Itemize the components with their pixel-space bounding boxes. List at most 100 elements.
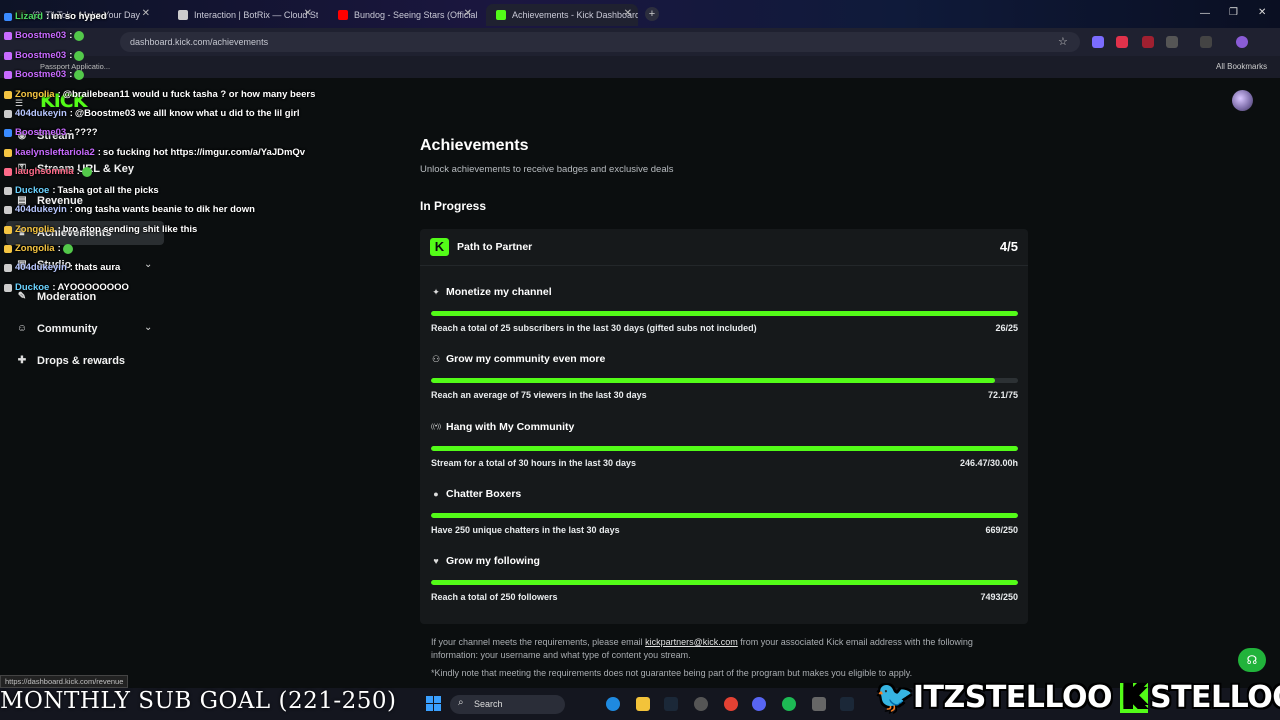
chat-message: Boostme03: [4, 30, 85, 41]
footer-info: If your channel meets the requirements, … [431, 636, 1021, 662]
taskbar-search[interactable]: Search [450, 695, 565, 714]
maximize-button[interactable]: ❐ [1229, 7, 1238, 18]
bookmark-star-icon[interactable]: ☆ [1058, 35, 1068, 48]
emote-icon [74, 50, 85, 61]
chat-message: Boostme03: [4, 69, 85, 80]
achievement-progress: 669/250 [985, 524, 1018, 535]
steam-icon[interactable] [664, 697, 678, 711]
chat-separator: : [52, 282, 56, 293]
gift-icon: ✚ [17, 355, 27, 366]
url-field[interactable]: dashboard.kick.com/achievements [120, 32, 1080, 52]
chat-separator: : [45, 11, 50, 22]
chat-message: kaelynsleftariola2: so fucking hot https… [4, 147, 305, 158]
profile-avatar[interactable] [1236, 36, 1248, 48]
footer-note: *Kindly note that meeting the requiremen… [431, 668, 913, 678]
chat-separator: : [69, 50, 73, 61]
chat-separator: : [52, 185, 56, 196]
discord-icon[interactable] [752, 697, 766, 711]
new-tab-button[interactable]: + [645, 7, 659, 21]
sidepanel-icon[interactable] [1200, 36, 1212, 48]
tab-botrix[interactable]: Interaction | BotRix — Cloud Stream✕ [168, 4, 318, 26]
chat-text: bro stop sending shit like this [62, 224, 198, 235]
sidebar-item-label: Drops & rewards [37, 355, 126, 367]
chat-text: ???? [74, 127, 98, 138]
tab-kick-achievements[interactable]: Achievements - Kick Dashboard ✕ [486, 4, 638, 26]
emote-icon [74, 69, 85, 80]
chat-separator: : [69, 127, 73, 138]
app-icon[interactable] [694, 697, 708, 711]
support-chat-button[interactable]: ☊ [1238, 648, 1266, 672]
extension-icon[interactable] [1092, 36, 1104, 48]
kick-k-icon: K [430, 238, 449, 256]
user-avatar[interactable] [1232, 90, 1253, 111]
chrome-icon[interactable] [724, 697, 738, 711]
card-divider [420, 265, 1028, 266]
chat-separator: : [69, 204, 73, 215]
kick-k-icon: K [1119, 683, 1148, 713]
achievement-title: Chatter Boxers [446, 487, 522, 500]
chat-message: Boostme03: [4, 50, 85, 61]
file-explorer-icon[interactable] [636, 697, 650, 711]
extensions-puzzle-icon[interactable] [1166, 36, 1178, 48]
minimize-button[interactable]: — [1200, 8, 1210, 19]
twitter-handle: ITZSTELLOO [912, 680, 1113, 715]
achievement-requirement: Reach a total of 250 followers [431, 592, 558, 603]
achievement-requirement: Reach an average of 75 viewers in the la… [431, 390, 647, 401]
chat-message: Duckoe: Tasha got all the picks [4, 185, 159, 196]
close-icon[interactable]: ✕ [464, 8, 472, 19]
extension-icon[interactable] [1142, 36, 1154, 48]
sidebar-item-community[interactable]: ☺ Community [16, 323, 98, 335]
twitter-icon: 🐦 [876, 680, 913, 715]
card-title: Path to Partner [457, 241, 533, 253]
progress-bar [431, 378, 1018, 384]
chat-message: Lizard: im so hyped [4, 11, 107, 22]
achievement-title: Grow my community even more [446, 353, 606, 366]
chat-username: Boostme03 [15, 127, 67, 138]
achievement-title: Grow my following [446, 555, 540, 568]
app-icon[interactable] [812, 697, 826, 711]
chat-separator: : [97, 147, 101, 158]
chat-message: Zongolia: [4, 243, 73, 254]
chat-username: laughsomnia [15, 166, 74, 177]
steam-icon[interactable] [840, 697, 854, 711]
achievement-requirement: Stream for a total of 30 hours in the la… [431, 457, 637, 468]
windows-start-icon[interactable] [426, 696, 441, 711]
chat-username: Zongolia [15, 243, 55, 254]
window-close-button[interactable]: ✕ [1258, 7, 1266, 18]
tab-label: Bundog - Seeing Stars (Official [354, 10, 478, 20]
partner-email-link[interactable]: kickpartners@kick.com [645, 637, 738, 647]
chat-separator: : [69, 69, 73, 80]
chat-text: @Boostme03 we alll know what u did to th… [74, 108, 300, 119]
tab-youtube[interactable]: Bundog - Seeing Stars (Official ✕ [328, 4, 478, 26]
progress-bar-fill [431, 512, 1018, 518]
chat-text: @brailebean11 would u fuck tasha ? or ho… [62, 89, 316, 100]
sidebar-item-drops-rewards[interactable]: ✚ Drops & rewards [16, 355, 125, 367]
chat-username: Boostme03 [15, 30, 67, 41]
chat-badge-icon [4, 148, 12, 157]
chat-username: Zongolia [15, 224, 55, 235]
chat-badge-icon [4, 109, 12, 118]
chat-badge-icon [4, 186, 12, 195]
spotify-icon[interactable] [782, 697, 796, 711]
close-icon[interactable]: ✕ [142, 8, 150, 19]
chevron-down-icon[interactable]: ⌄ [144, 259, 152, 270]
page-subtitle: Unlock achievements to receive badges an… [420, 164, 674, 175]
close-icon[interactable]: ✕ [624, 8, 632, 19]
chat-message: Zongolia: @brailebean11 would u fuck tas… [4, 89, 315, 100]
chat-message: 404dukeyin: @Boostme03 we alll know what… [4, 108, 300, 119]
community-icon: ☺ [16, 323, 28, 334]
footer-text: If your channel meets the requirements, … [431, 637, 646, 647]
achievement-progress: 246.47/30.00h [959, 457, 1018, 468]
progress-bar-fill [431, 580, 1018, 586]
achievement-progress: 72.1/75 [987, 390, 1018, 401]
edge-icon[interactable] [606, 697, 620, 711]
chat-message: Duckoe: AYOOOOOOOO [4, 282, 129, 293]
chat-message: 404dukeyin: thats aura [4, 262, 120, 273]
chat-username: 404dukeyin [15, 108, 67, 119]
all-bookmarks[interactable]: All Bookmarks [1216, 62, 1267, 71]
chat-message: 404dukeyin: ong tasha wants beanie to di… [4, 204, 255, 215]
close-icon[interactable]: ✕ [304, 8, 312, 19]
chevron-down-icon[interactable]: ⌄ [144, 322, 152, 333]
extension-icon[interactable] [1116, 36, 1128, 48]
chat-username: Boostme03 [15, 50, 67, 61]
